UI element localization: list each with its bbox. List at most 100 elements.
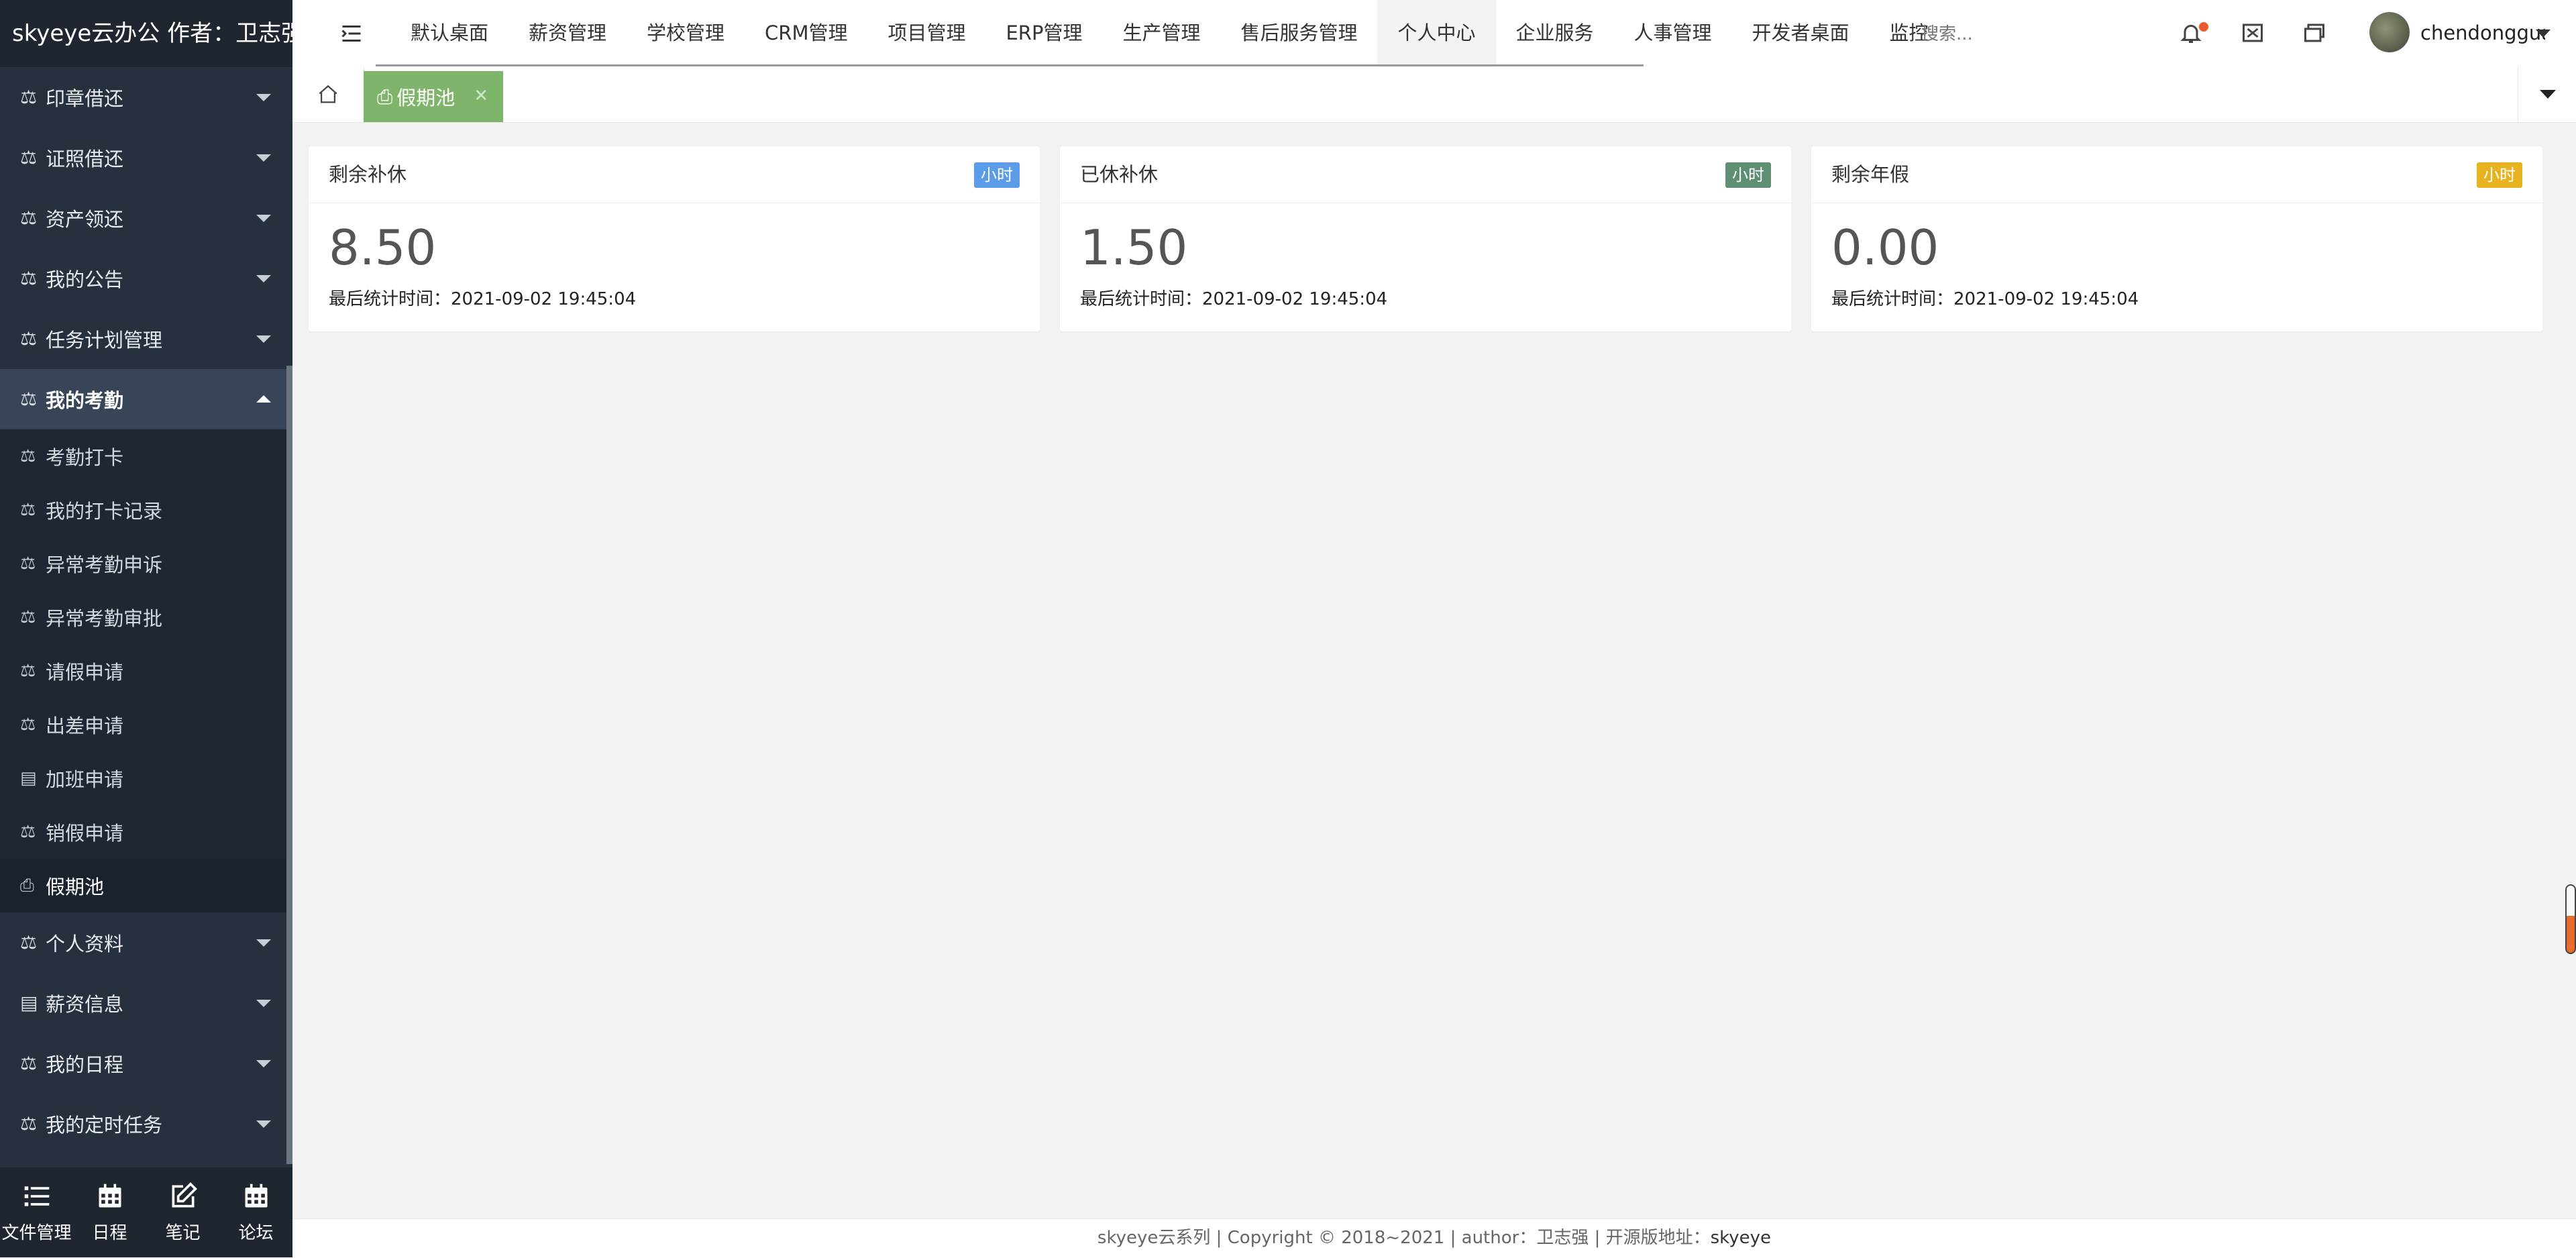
meta-value: 2021-09-02 19:45:04 [451,289,637,309]
sidebar-group-assets[interactable]: ⚖ 资产领还 [0,188,292,248]
sidebar-group-seal[interactable]: ⚖ 印章借还 [0,67,292,127]
unit-badge: 小时 [974,162,1020,188]
sidebar-item-business-trip[interactable]: ⚖ 出差申请 [0,698,292,751]
card-used-comp-leave: 已休补休 小时 1.50 最后统计时间：2021-09-02 19:45:04 [1060,146,1791,331]
balance-icon: ⚖ [20,822,36,842]
sidebar-bottom-toolbar: 文件管理 日程 笔记 论坛 [0,1167,292,1257]
sidebar-group-label: 个人资料 [46,932,124,955]
chevron-up-icon [256,395,271,403]
balance-icon: ⚖ [20,931,38,953]
sidebar-item-leave-pool[interactable]: ⎙ 假期池 [0,859,292,912]
card-value: 0.00 [1831,219,1939,276]
sidebar-group-label: 印章借还 [46,87,124,110]
tool-label: 文件管理 [1,1222,72,1243]
chevron-down-icon [256,939,271,947]
fullscreen-icon[interactable] [2241,21,2265,45]
card-remaining-comp-leave: 剩余补休 小时 8.50 最后统计时间：2021-09-02 19:45:04 [309,146,1040,331]
sidebar-item-label: 考勤打卡 [46,446,124,469]
sidebar-group-timed-tasks[interactable]: ⚖ 我的定时任务 [0,1094,292,1154]
sidebar-item-label: 异常考勤审批 [46,607,163,630]
page-tab-leave-pool[interactable]: ⎙ 假期池 ✕ [364,71,503,122]
notes-button[interactable]: 笔记 [146,1167,219,1257]
sidebar-item-leave-request[interactable]: ⚖ 请假申请 [0,644,292,698]
tab-project[interactable]: 项目管理 [867,0,985,67]
list-icon [24,1186,49,1206]
printer-icon: ⎙ [377,85,393,108]
page-scroll-indicator[interactable] [2565,884,2576,954]
card-meta: 最后统计时间：2021-09-02 19:45:04 [1811,285,2542,310]
chevron-down-icon[interactable] [2536,30,2551,38]
chevron-down-icon [256,215,271,222]
tab-developer[interactable]: 开发者桌面 [1732,0,1870,67]
forum-button[interactable]: 论坛 [219,1167,292,1257]
chevron-down-icon [256,1060,271,1067]
sidebar-item-label: 假期池 [46,876,105,898]
tab-enterprise[interactable]: 企业服务 [1496,0,1614,67]
schedule-button[interactable]: 日程 [73,1167,146,1257]
menu-toggle-icon[interactable] [339,21,364,46]
top-tabs: 默认桌面 薪资管理 学校管理 CRM管理 项目管理 ERP管理 生产管理 售后服… [390,0,2188,67]
tool-label: 日程 [92,1222,127,1243]
meta-label: 最后统计时间： [1831,289,1954,309]
tab-options-dropdown[interactable] [2518,67,2576,122]
sidebar-group-schedule[interactable]: ⚖ 我的日程 [0,1033,292,1094]
sidebar-item-attendance-approval[interactable]: ⚖ 异常考勤审批 [0,590,292,644]
username[interactable]: chendonggua [2420,19,2545,47]
sidebar-group-label: 资产领还 [46,207,124,231]
footer: skyeye云系列 | Copyright © 2018~2021 | auth… [292,1218,2576,1258]
balance-icon: ⚖ [20,1112,38,1135]
tab-default-desktop[interactable]: 默认桌面 [390,0,508,67]
tab-personal-center[interactable]: 个人中心 [1377,0,1496,67]
sidebar-group-license[interactable]: ⚖ 证照借还 [0,127,292,188]
sidebar-item-clock-records[interactable]: ⚖ 我的打卡记录 [0,483,292,537]
tab-salary[interactable]: 薪资管理 [508,0,627,67]
sidebar-group-task-plan[interactable]: ⚖ 任务计划管理 [0,309,292,369]
sidebar-group-profile[interactable]: ⚖ 个人资料 [0,912,292,973]
tab-erp[interactable]: ERP管理 [985,0,1102,67]
sidebar-group-salary[interactable]: ▤ 薪资信息 [0,973,292,1033]
chevron-down-icon [256,1120,271,1128]
windows-icon[interactable] [2302,21,2326,45]
home-icon [319,85,337,103]
chevron-down-icon [256,94,271,101]
sidebar-group-notice[interactable]: ⚖ 我的公告 [0,248,292,309]
unit-badge: 小时 [1725,162,1771,188]
balance-icon: ⚖ [20,554,36,574]
card-header: 剩余年假 小时 [1811,146,2542,203]
card-header: 已休补休 小时 [1060,146,1791,203]
avatar[interactable] [2369,12,2410,52]
archive-icon: ▤ [20,768,37,788]
sidebar-menu: ⚖ 印章借还 ⚖ 证照借还 ⚖ 资产领还 ⚖ 我的公告 ⚖ 任务计划管理 ⚖ 我… [0,67,292,1154]
sidebar-item-clock-in[interactable]: ⚖ 考勤打卡 [0,429,292,483]
tab-hr[interactable]: 人事管理 [1614,0,1732,67]
card-remaining-annual-leave: 剩余年假 小时 0.00 最后统计时间：2021-09-02 19:45:04 [1811,146,2542,331]
balance-icon: ⚖ [20,86,38,108]
chevron-down-icon [256,154,271,162]
sidebar-item-attendance-appeal[interactable]: ⚖ 异常考勤申诉 [0,537,292,590]
sidebar-group-attendance[interactable]: ⚖ 我的考勤 [0,369,292,429]
footer-link[interactable]: skyeye [1711,1228,1771,1248]
balance-icon: ⚖ [20,1052,38,1074]
sidebar-item-cancel-leave[interactable]: ⚖ 销假申请 [0,805,292,859]
file-manager-button[interactable]: 文件管理 [0,1167,73,1257]
sidebar-scrollbar[interactable] [286,366,292,1164]
calendar-icon [99,1184,121,1207]
card-title: 剩余补休 [329,163,407,186]
tab-production[interactable]: 生产管理 [1102,0,1220,67]
tab-school[interactable]: 学校管理 [627,0,745,67]
search-input[interactable] [1920,17,2124,51]
close-icon[interactable]: ✕ [474,86,488,106]
tab-crm[interactable]: CRM管理 [745,0,867,67]
balance-icon: ⚖ [20,267,38,289]
tab-after-sales[interactable]: 售后服务管理 [1220,0,1377,67]
meta-label: 最后统计时间： [1080,289,1203,309]
card-meta: 最后统计时间：2021-09-02 19:45:04 [1060,285,1791,310]
sidebar-item-overtime[interactable]: ▤ 加班申请 [0,751,292,805]
balance-icon: ⚖ [20,207,38,229]
balance-icon: ⚖ [20,500,36,520]
balance-icon: ⚖ [20,388,38,410]
balance-icon: ⚖ [20,607,36,627]
sidebar-group-label: 我的考勤 [46,388,124,412]
card-value: 1.50 [1080,219,1188,276]
home-button[interactable] [292,67,364,122]
